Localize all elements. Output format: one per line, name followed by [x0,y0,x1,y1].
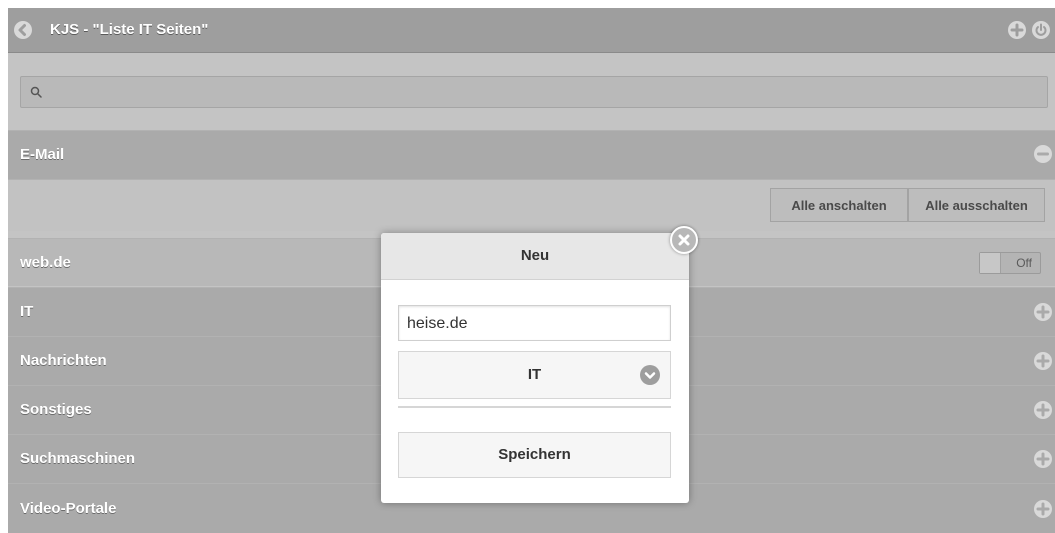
expand-icon[interactable] [1034,303,1052,321]
all-on-button[interactable]: Alle anschalten [770,188,908,222]
expand-icon[interactable] [1034,500,1052,518]
dialog-title: Neu [381,233,689,280]
category-label: Suchmaschinen [20,450,136,467]
expand-icon[interactable] [1034,352,1052,370]
category-label: Video-Portale [20,500,117,517]
url-input[interactable] [405,313,664,335]
save-button[interactable]: Speichern [398,432,671,478]
add-icon[interactable] [1008,21,1026,39]
power-icon[interactable] [1032,21,1050,39]
list-item-label: web.de [20,254,71,271]
category-label: IT [20,303,34,320]
category-select-value: IT [527,366,542,383]
collapse-icon[interactable] [1034,145,1052,163]
category-label: Sonstiges [20,401,92,418]
search-bar [8,53,1055,129]
toggle-knob [980,253,1001,273]
search-field[interactable] [20,76,1048,108]
chevron-down-icon [640,365,660,385]
section-header-email[interactable]: E-Mail [8,130,1055,179]
actions-bar: Alle anschalten Alle ausschalten [8,179,1055,231]
url-field[interactable] [398,305,671,341]
expand-icon[interactable] [1034,401,1052,419]
category-select[interactable]: IT [398,351,671,399]
back-icon[interactable] [14,21,32,39]
toggle-switch[interactable]: Off [979,252,1041,274]
header-bar: KJS - "Liste IT Seiten" [8,8,1055,53]
close-icon[interactable] [670,226,698,254]
search-icon [30,86,42,98]
category-label: Nachrichten [20,352,107,369]
all-off-button[interactable]: Alle ausschalten [908,188,1045,222]
search-input[interactable] [49,81,1033,105]
new-entry-dialog: Neu IT Speichern [381,233,689,503]
page-title: KJS - "Liste IT Seiten" [50,21,209,38]
toggle-label: Off [1016,256,1032,270]
section-title-email: E-Mail [20,146,65,163]
expand-icon[interactable] [1034,450,1052,468]
divider [398,406,671,408]
